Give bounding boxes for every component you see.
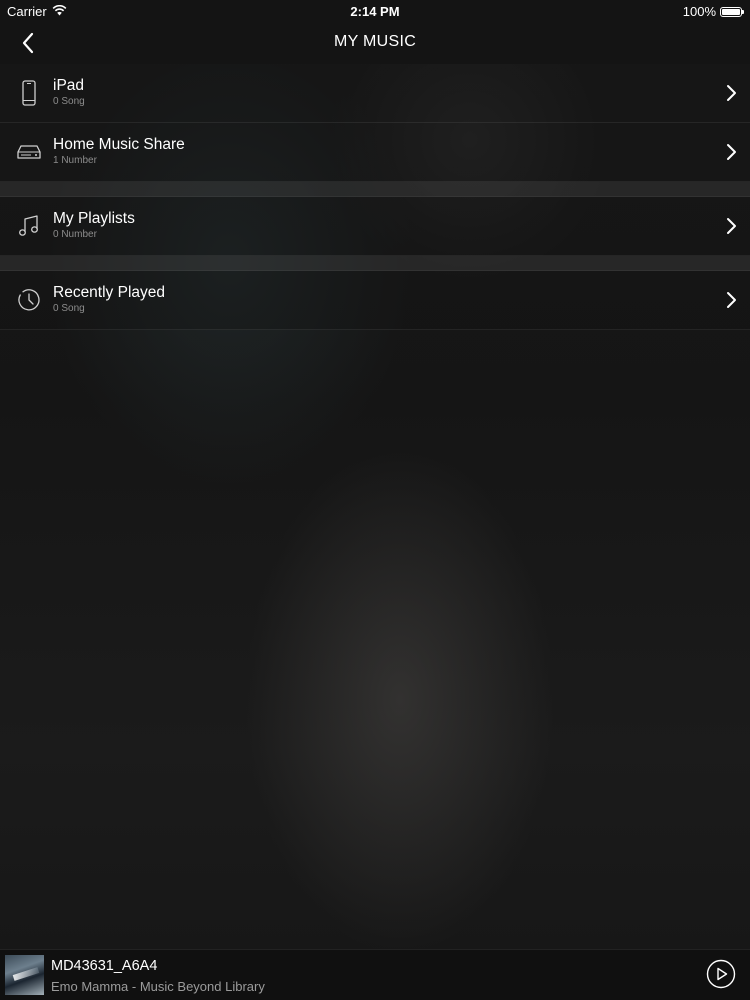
track-artist: Emo Mamma - Music Beyond Library (51, 979, 265, 994)
album-art[interactable] (5, 955, 44, 995)
list-item-my-playlists[interactable]: My Playlists 0 Number (0, 197, 750, 256)
list-item-count: 0 Song (53, 96, 85, 107)
music-sources-list: iPad 0 Song Home Music Share 1 Number My… (0, 64, 750, 330)
list-item-ipad[interactable]: iPad 0 Song (0, 64, 750, 123)
chevron-right-icon (727, 292, 736, 308)
tablet-icon (15, 79, 43, 107)
list-item-label: Recently Played (53, 284, 166, 301)
section-divider (0, 182, 750, 197)
list-item-count: 0 Number (53, 229, 97, 240)
battery-percent: 100% (682, 4, 716, 19)
section-divider (0, 256, 750, 271)
list-item-recently-played[interactable]: Recently Played 0 Song (0, 271, 750, 330)
battery-fill (722, 8, 740, 15)
track-title: MD43631_A6A4 (51, 958, 158, 974)
status-bar: Carrier 2:14 PM 100% (0, 0, 750, 22)
status-time: 2:14 PM (350, 4, 400, 19)
battery-group: 100% (682, 4, 744, 19)
list-item-label: My Playlists (53, 210, 135, 227)
history-clock-icon (15, 286, 43, 314)
list-item-label: iPad (53, 77, 85, 94)
page-title: MY MUSIC (333, 33, 417, 50)
media-server-icon (15, 138, 43, 166)
chevron-right-icon (727, 144, 736, 160)
album-art-graphic (12, 967, 40, 981)
list-item-count: 0 Song (53, 303, 85, 314)
music-note-icon (15, 212, 43, 240)
list-item-count: 1 Number (53, 155, 97, 166)
mini-player[interactable]: MD43631_A6A4 Emo Mamma - Music Beyond Li… (0, 949, 750, 1000)
list-item-label: Home Music Share (53, 136, 185, 153)
nav-bar: MY MUSIC (0, 22, 750, 64)
list-item-home-music-share[interactable]: Home Music Share 1 Number (0, 123, 750, 182)
chevron-right-icon (727, 85, 736, 101)
play-circle-icon[interactable] (706, 959, 736, 989)
battery-icon (720, 6, 744, 17)
chevron-right-icon (727, 218, 736, 234)
screen: Carrier 2:14 PM 100% MY MUSIC iPad 0 Son… (0, 0, 750, 1000)
